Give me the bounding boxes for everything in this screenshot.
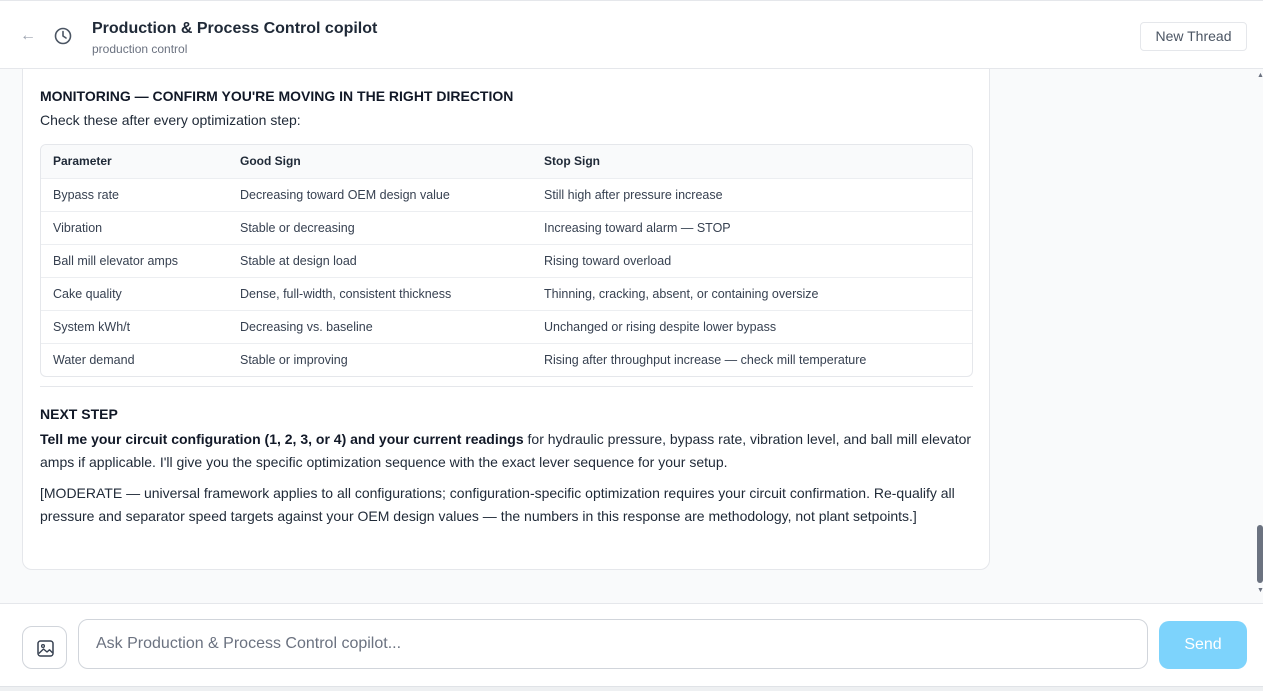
table-cell: Decreasing vs. baseline	[240, 320, 373, 334]
page-title: Production & Process Control copilot	[92, 20, 378, 37]
table-cell: Unchanged or rising despite lower bypass	[544, 320, 777, 334]
table-row: Vibration Stable or decreasing Increasin…	[41, 211, 972, 244]
table-row: Water demand Stable or improving Rising …	[41, 343, 972, 376]
monitoring-table: Parameter Good Sign Stop Sign Bypass rat…	[40, 144, 973, 377]
monitoring-heading: MONITORING — CONFIRM YOU'RE MOVING IN TH…	[40, 88, 514, 104]
next-step-bold-text: Tell me your circuit configuration (1, 2…	[40, 431, 524, 447]
table-cell: Stable or decreasing	[240, 221, 355, 235]
table-header-row: Parameter Good Sign Stop Sign	[41, 145, 972, 178]
scrollbar-thumb[interactable]	[1257, 525, 1263, 583]
column-header-stop-sign: Stop Sign	[544, 154, 600, 168]
clock-icon[interactable]	[53, 26, 73, 46]
table-cell: Cake quality	[53, 287, 122, 301]
table-row: Bypass rate Decreasing toward OEM design…	[41, 178, 972, 211]
next-step-heading: NEXT STEP	[40, 406, 118, 422]
conversation-area[interactable]: MONITORING — CONFIRM YOU'RE MOVING IN TH…	[0, 69, 1263, 603]
table-cell: Dense, full-width, consistent thickness	[240, 287, 452, 301]
confidence-note: [MODERATE — universal framework applies …	[40, 485, 955, 524]
table-cell: Still high after pressure increase	[544, 188, 723, 202]
send-button[interactable]: Send	[1159, 621, 1247, 669]
page-subtitle: production control	[92, 42, 188, 56]
next-step-paragraph: Tell me your circuit configuration (1, 2…	[40, 428, 975, 474]
scroll-down-arrow-icon[interactable]: ▼	[1257, 587, 1263, 595]
table-cell: Stable at design load	[240, 254, 357, 268]
table-cell: Stable or improving	[240, 353, 348, 367]
table-cell: Increasing toward alarm — STOP	[544, 221, 731, 235]
column-header-good-sign: Good Sign	[240, 154, 301, 168]
table-cell: Bypass rate	[53, 188, 120, 202]
table-cell: Water demand	[53, 353, 135, 367]
back-arrow-icon[interactable]: ←	[20, 26, 36, 46]
scroll-up-arrow-icon[interactable]: ▲	[1257, 72, 1263, 80]
table-cell: Ball mill elevator amps	[53, 254, 179, 268]
table-row: Cake quality Dense, full-width, consiste…	[41, 277, 972, 310]
table-row: System kWh/t Decreasing vs. baseline Unc…	[41, 310, 972, 343]
table-row: Ball mill elevator amps Stable at design…	[41, 244, 972, 277]
table-cell: Decreasing toward OEM design value	[240, 188, 450, 202]
scrollbar[interactable]	[1256, 69, 1263, 603]
bottom-edge	[0, 686, 1263, 691]
table-cell: Thinning, cracking, absent, or containin…	[544, 287, 819, 301]
table-cell: Vibration	[53, 221, 103, 235]
monitoring-intro: Check these after every optimization ste…	[40, 112, 301, 128]
assistant-message: MONITORING — CONFIRM YOU'RE MOVING IN TH…	[22, 69, 990, 570]
app-header: ← Production & Process Control copilot p…	[0, 0, 1263, 69]
table-cell: Rising toward overload	[544, 254, 672, 268]
new-thread-button[interactable]: New Thread	[1140, 22, 1247, 51]
column-header-parameter: Parameter	[53, 154, 112, 168]
section-divider	[40, 386, 973, 387]
table-cell: System kWh/t	[53, 320, 131, 334]
table-cell: Rising after throughput increase — check…	[544, 353, 867, 367]
image-upload-icon[interactable]	[22, 626, 67, 669]
chat-input[interactable]	[78, 619, 1148, 669]
message-composer: Send	[0, 603, 1263, 691]
